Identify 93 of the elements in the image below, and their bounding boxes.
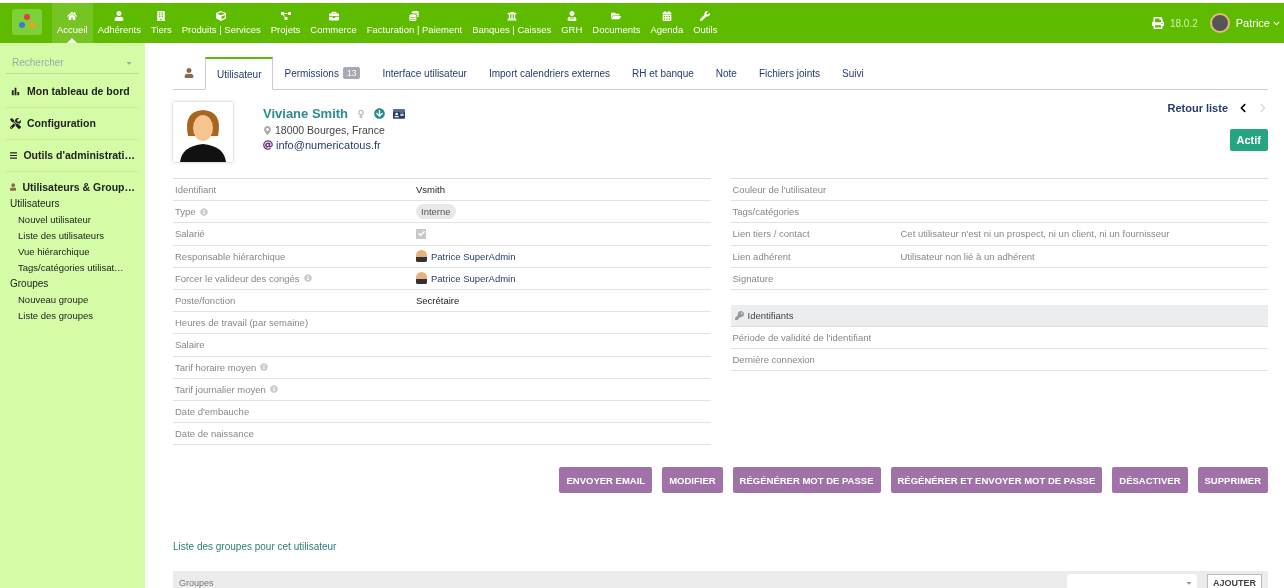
tools-icon xyxy=(10,117,21,129)
field-value: Utilisateur non lié à un adhérent xyxy=(900,250,1035,262)
building-icon xyxy=(156,11,167,21)
logo-icon[interactable] xyxy=(12,9,42,35)
field-label: Date de naissance xyxy=(175,428,254,440)
status-badge: Actif xyxy=(1229,129,1268,151)
wrench-icon xyxy=(700,11,711,21)
tab[interactable]: Import calendriers externes xyxy=(477,57,622,89)
sidebar-link[interactable]: Nouveau groupe xyxy=(6,292,139,308)
avatar-icon[interactable] xyxy=(1209,13,1230,33)
column-header: Groupes xyxy=(179,578,214,588)
key-icon xyxy=(734,310,744,320)
field-label: Couleur de l'utilisateur xyxy=(732,184,827,196)
address-text: 18000 Bourges, France xyxy=(275,124,385,136)
id-card-icon[interactable] xyxy=(393,107,405,120)
sidebar-link[interactable]: Nouvel utilisateur xyxy=(6,212,139,228)
action-button[interactable]: RÉGÉNÉRER ET ENVOYER MOT DE PASSE xyxy=(890,467,1103,494)
calendar-icon xyxy=(661,11,672,21)
action-button[interactable]: DÉSACTIVER xyxy=(1112,467,1188,494)
field-label: Heures de travail (par semaine) xyxy=(175,317,309,329)
chevron-down-icon xyxy=(1273,19,1280,27)
cube-icon xyxy=(216,11,227,21)
tab[interactable]: Utilisateur xyxy=(205,57,274,90)
download-icon[interactable] xyxy=(374,108,385,119)
field-label: Poste/fonction xyxy=(175,295,236,307)
field-label: Salarié xyxy=(175,228,205,240)
sidebar-item[interactable]: Outils d'administrati… xyxy=(6,140,139,172)
briefcase-icon xyxy=(328,11,339,21)
type-badge: Interne xyxy=(416,204,456,220)
section-title: Identifiants xyxy=(747,309,794,321)
section-title: Liste des groupes pour cet utilisateur xyxy=(173,541,338,553)
sidebar-link[interactable]: Vue hiérarchique xyxy=(6,244,139,260)
add-button[interactable]: AJOUTER xyxy=(1207,574,1262,588)
field-label: Date d'embauche xyxy=(175,405,250,417)
field-label: Lien adhérent xyxy=(732,250,791,262)
tab[interactable]: Note xyxy=(704,57,748,89)
sidebar-item[interactable]: Utilisateurs & Group… xyxy=(6,172,139,196)
info-icon xyxy=(303,274,312,283)
user-link[interactable]: Patrice SuperAdmin xyxy=(416,272,516,285)
email-link[interactable]: info@numericatous.fr xyxy=(276,139,381,151)
field-label: Tarif horaire moyen xyxy=(175,361,257,373)
field-label: Tags/catégories xyxy=(732,206,800,218)
info-icon xyxy=(269,385,278,394)
chart-icon xyxy=(10,85,21,97)
field-label: Dernière connexion xyxy=(732,354,815,366)
count-badge: 13 xyxy=(342,67,361,79)
at-icon xyxy=(263,140,273,150)
action-button[interactable]: MODIFIER xyxy=(662,467,723,494)
field-label: Identifiant xyxy=(175,184,217,196)
person-icon xyxy=(566,11,577,21)
tab[interactable]: Suivi xyxy=(831,57,875,89)
user-icon xyxy=(10,182,17,192)
sidebar-item[interactable]: Mon tableau de bord xyxy=(6,76,139,108)
sidebar-link[interactable]: Groupes xyxy=(6,276,139,292)
field-label: Période de validité de l'identifiant xyxy=(732,332,872,344)
sidebar-link[interactable]: Liste des groupes xyxy=(6,308,139,324)
home-icon xyxy=(67,11,78,21)
field-label: Type xyxy=(175,206,196,218)
field-label: Responsable hiérarchique xyxy=(175,250,286,262)
action-button[interactable]: SUPPRIMER xyxy=(1197,467,1268,494)
field-label: Tarif journalier moyen xyxy=(175,383,266,395)
pin-icon xyxy=(263,125,272,135)
info-icon xyxy=(199,207,208,216)
back-link[interactable]: Retour liste xyxy=(1167,102,1228,114)
action-button[interactable]: ENVOYER EMAIL xyxy=(559,467,653,494)
info-icon xyxy=(260,363,269,372)
user-name: Viviane Smith xyxy=(263,106,348,121)
sidebar-link[interactable]: Liste des utilisateurs xyxy=(6,228,139,244)
field-label: Forcer le valideur des congés xyxy=(175,272,300,284)
folder-icon xyxy=(611,11,622,21)
sidebar-link[interactable]: Utilisateurs xyxy=(6,196,139,212)
sidebar-link[interactable]: Tags/catégories utilisat… xyxy=(6,260,139,276)
tab[interactable]: RH et banque xyxy=(621,57,705,89)
user-link[interactable]: Patrice SuperAdmin xyxy=(416,250,516,263)
field-label: Signature xyxy=(732,272,774,284)
field-label: Lien tiers / contact xyxy=(732,228,810,240)
previous-icon[interactable] xyxy=(1238,103,1248,113)
nodes-icon xyxy=(280,11,291,21)
print-icon[interactable] xyxy=(1151,17,1164,29)
action-button[interactable]: RÉGÉNÉRER MOT DE PASSE xyxy=(732,467,881,494)
tab[interactable]: Interface utilisateur xyxy=(371,57,478,89)
field-value: Vsmith xyxy=(416,184,446,196)
field-label: Salaire xyxy=(175,339,205,351)
bank-icon xyxy=(506,11,517,21)
coins-icon xyxy=(409,11,420,21)
version-text: 18.0.2 xyxy=(1169,17,1198,29)
tab[interactable]: Fichiers joints xyxy=(747,57,832,89)
list-icon xyxy=(10,149,18,161)
female-icon xyxy=(356,108,366,119)
user-icon xyxy=(114,11,125,21)
tab[interactable]: Permissions 13 xyxy=(273,57,372,89)
sidebar-item[interactable]: Configuration xyxy=(6,108,139,140)
field-value: Secrétaire xyxy=(416,295,460,307)
